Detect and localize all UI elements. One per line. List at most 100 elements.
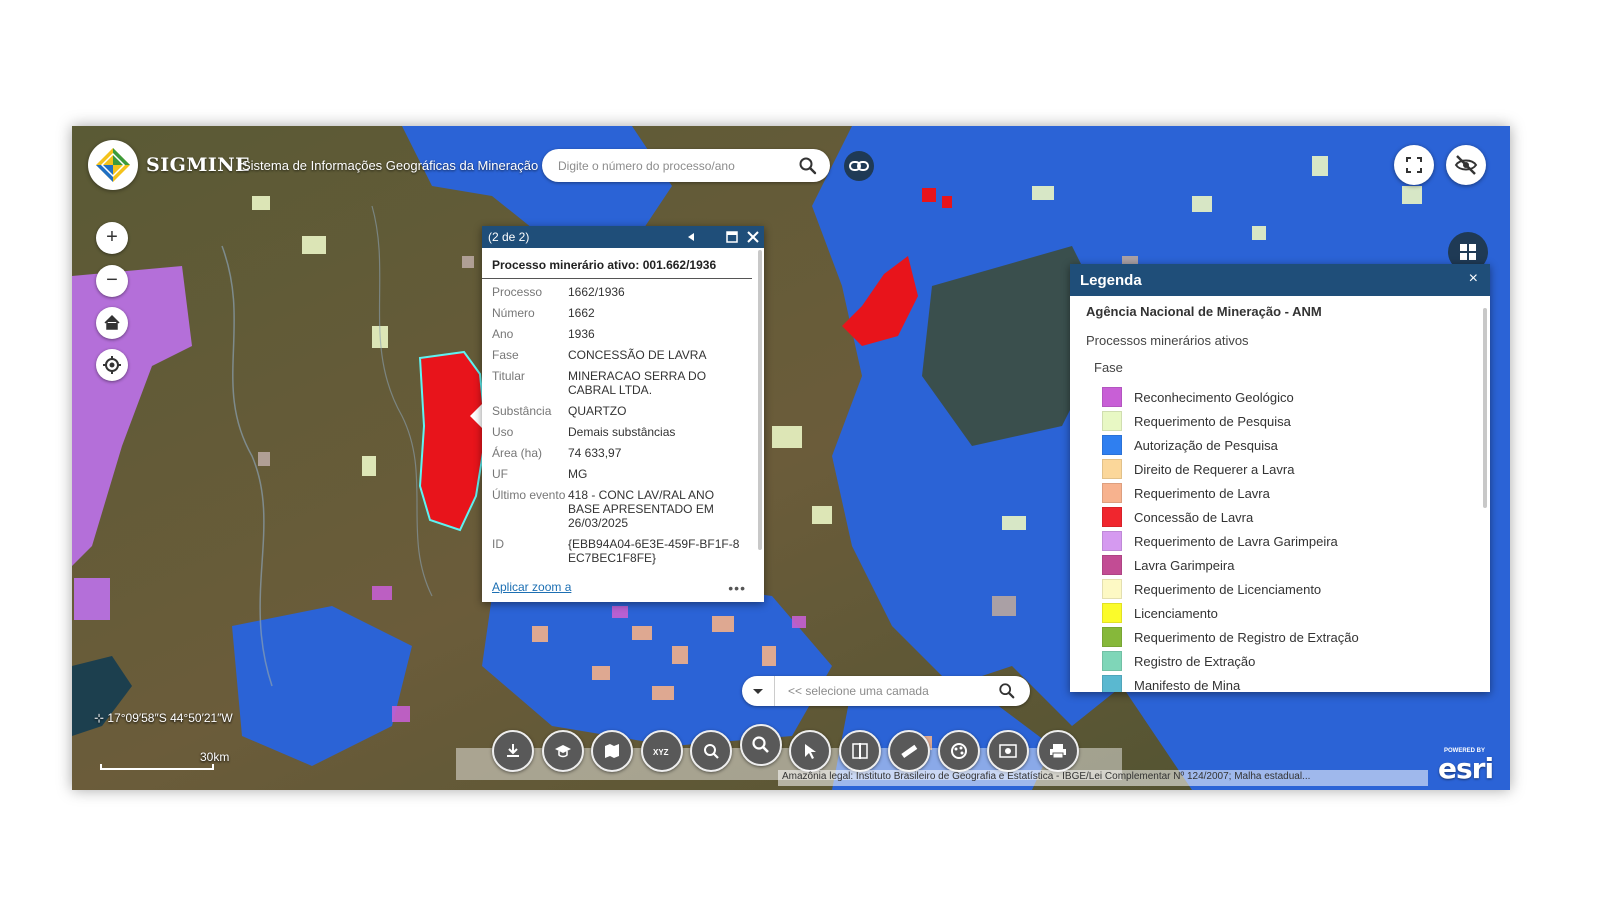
layer-search-input[interactable] (786, 681, 980, 701)
app-title: SIGMINE (146, 154, 251, 176)
legend-swatch (1102, 651, 1122, 671)
popup-pointer (470, 404, 482, 428)
search-icon[interactable] (998, 682, 1016, 700)
layer-dropdown-button[interactable] (742, 676, 775, 706)
swipe-tool-button[interactable] (838, 730, 881, 772)
legend-item: Registro de Extração (1102, 649, 1490, 673)
legend-swatch (1102, 579, 1122, 599)
legend-scrollbar[interactable] (1483, 308, 1487, 508)
legend-label: Requerimento de Licenciamento (1134, 581, 1322, 597)
map-compare-icon (999, 744, 1017, 758)
xyz-icon: XYZ (653, 748, 669, 757)
zoom-to-link[interactable]: Aplicar zoom a (492, 580, 571, 594)
search-tool-button[interactable] (739, 724, 782, 766)
popup-scrollbar[interactable] (758, 250, 762, 550)
eye-slash-icon (1454, 155, 1478, 175)
field-key: Titular (492, 369, 525, 383)
legend-label: Requerimento de Registro de Extração (1134, 629, 1359, 645)
print-tool-button[interactable] (1036, 730, 1079, 772)
home-icon (104, 314, 120, 330)
search-icon (751, 736, 769, 753)
link-icon (849, 161, 869, 171)
search-icon[interactable] (798, 156, 818, 176)
concession-area (942, 196, 952, 208)
legend-swatch (1102, 603, 1122, 623)
field-key: Ano (492, 327, 514, 341)
xyz-tool-button[interactable]: XYZ (640, 730, 683, 772)
locate-icon (103, 356, 121, 374)
download-icon (507, 744, 519, 757)
zoom-in-button[interactable]: + (96, 222, 128, 254)
legend-label: Requerimento de Pesquisa (1134, 413, 1291, 429)
scale-label: 30km (200, 750, 230, 764)
legend-swatch (1102, 627, 1122, 647)
toggle-visibility-button[interactable] (1446, 145, 1486, 185)
legend-agency: Agência Nacional de Mineração - ANM (1086, 304, 1322, 319)
home-button[interactable] (96, 307, 128, 339)
download-tool-button[interactable] (492, 730, 534, 772)
locate-button[interactable] (96, 349, 128, 381)
select-icon (805, 744, 816, 759)
fullscreen-button[interactable] (1394, 145, 1434, 185)
legend-label: Autorização de Pesquisa (1134, 437, 1278, 453)
legend-swatch (1102, 411, 1122, 431)
layers-icon (950, 743, 967, 759)
legend-header: Legenda × (1070, 264, 1490, 296)
share-link-button[interactable] (844, 151, 874, 181)
field-row: Processo 1662/1936 (492, 285, 754, 299)
legend-close-icon[interactable]: × (1469, 270, 1478, 288)
maximize-icon[interactable] (726, 231, 738, 243)
zoom-out-icon: − (106, 269, 118, 291)
process-search-box (542, 149, 830, 182)
legend-item: Requerimento de Pesquisa (1102, 409, 1490, 433)
popup-count: (2 de 2) (488, 230, 530, 244)
zoom-out-button[interactable]: − (96, 265, 128, 297)
map-bookmark-tool-button[interactable] (591, 730, 633, 772)
previous-feature-icon[interactable] (686, 232, 696, 242)
coordinates-text: 17°09′58″S 44°50′21″W (107, 711, 233, 725)
field-row: Área (ha) 74 633,97 (492, 446, 754, 460)
map-compare-tool-button[interactable] (987, 730, 1029, 772)
legend-panel: Legenda × Agência Nacional de Mineração … (1070, 264, 1490, 692)
caret-down-icon (753, 689, 763, 694)
legend-label: Requerimento de Lavra Garimpeira (1134, 533, 1338, 549)
field-value: 1662 (568, 306, 595, 320)
popup-header: (2 de 2) (482, 226, 764, 248)
field-row: Uso Demais substâncias (492, 425, 754, 439)
graduation-cap-icon (554, 745, 571, 758)
graduation-cap-tool-button[interactable] (541, 730, 584, 772)
field-value: MINERACAO SERRA DO CABRAL LTDA. (568, 369, 707, 397)
legend-item: Requerimento de Lavra (1102, 481, 1490, 505)
field-key: UF (492, 467, 508, 481)
swipe-icon (851, 743, 868, 759)
legend-item: Reconhecimento Geológico (1102, 385, 1490, 409)
coordinates-readout: ⊹ 17°09′58″S 44°50′21″W (94, 711, 233, 725)
legend-label: Lavra Garimpeira (1134, 557, 1235, 573)
measure-icon (901, 744, 918, 759)
legend-item: Licenciamento (1102, 601, 1490, 625)
layers-tool-button[interactable] (937, 730, 980, 772)
legend-title: Legenda (1080, 272, 1142, 289)
esri-logo: esri (1438, 752, 1494, 785)
field-key: Último evento (492, 488, 566, 502)
legend-label: Direito de Requerer a Lavra (1134, 461, 1295, 477)
field-key: Fase (492, 348, 519, 362)
field-row: UF MG (492, 467, 754, 481)
concession-area (922, 188, 936, 202)
field-row: Fase CONCESSÃO DE LAVRA (492, 348, 754, 362)
legend-items: Reconhecimento Geológico Requerimento de … (1102, 385, 1490, 692)
field-row: Substância QUARTZO (492, 404, 754, 418)
close-icon[interactable] (747, 231, 759, 243)
map-search-tool-button[interactable] (690, 730, 732, 772)
field-value: CONCESSÃO DE LAVRA (568, 348, 707, 362)
legend-swatch (1102, 387, 1122, 407)
legend-item: Autorização de Pesquisa (1102, 433, 1490, 457)
legend-label: Licenciamento (1134, 605, 1218, 621)
field-row: ID {EBB94A04-6E3E-459F-BF1F-8EC7BEC1F8FE} (492, 537, 754, 565)
process-search-input[interactable] (556, 155, 790, 177)
select-tool-button[interactable] (789, 730, 831, 772)
measure-tool-button[interactable] (888, 730, 930, 772)
more-actions-icon[interactable]: ••• (728, 580, 746, 596)
field-row: Ano 1936 (492, 327, 754, 341)
zoom-in-icon: + (106, 226, 118, 248)
